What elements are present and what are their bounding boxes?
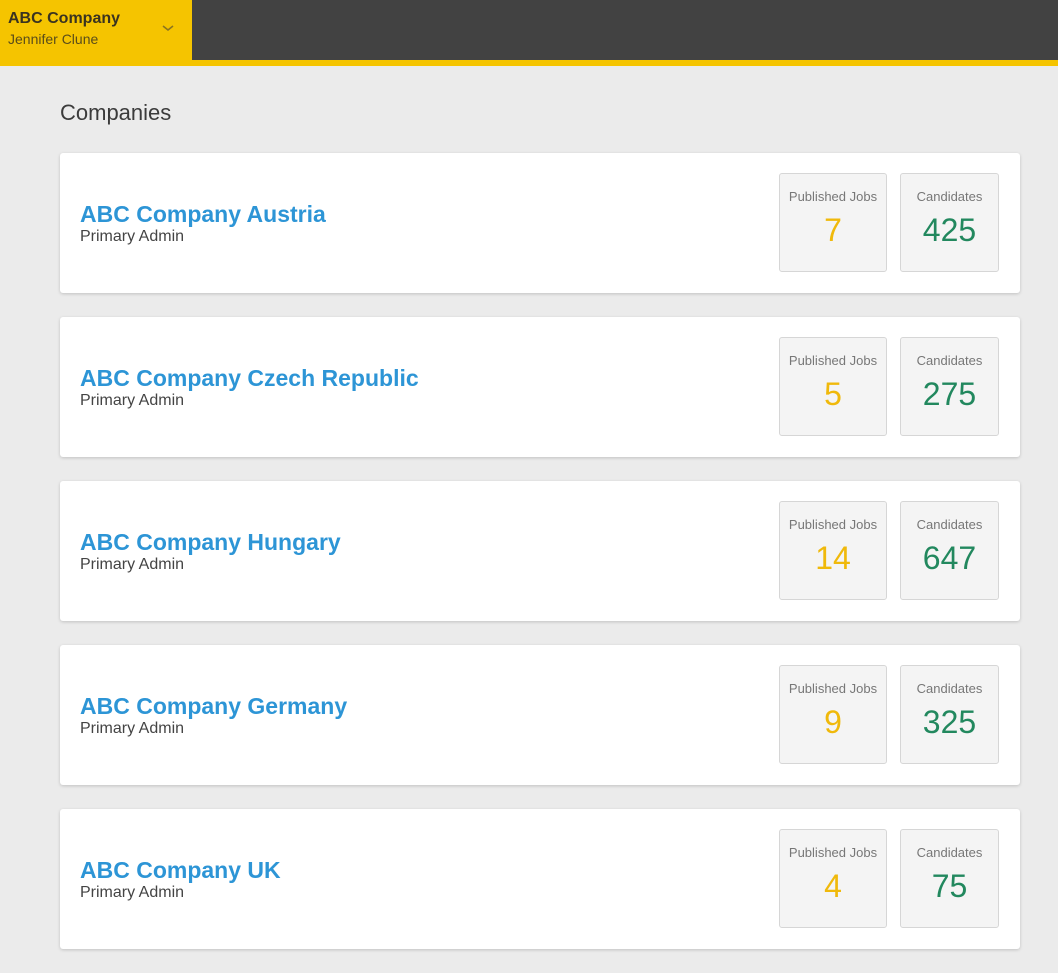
company-role: Primary Admin [80, 228, 185, 245]
candidates-stat[interactable]: Candidates 647 [900, 501, 999, 600]
candidates-stat[interactable]: Candidates 325 [900, 665, 999, 764]
page-title: Companies [60, 100, 172, 125]
candidates-stat[interactable]: Candidates 75 [900, 829, 999, 928]
stat-label: Candidates [916, 845, 983, 860]
top-bar: ABC Company Jennifer Clune [0, 0, 1058, 66]
stat-value: 9 [824, 704, 842, 740]
company-link[interactable]: ABC Company Germany [80, 693, 347, 720]
published-jobs-stat[interactable]: Published Jobs 4 [779, 829, 887, 928]
company-link[interactable]: ABC Company UK [80, 857, 281, 884]
stat-value: 5 [824, 376, 842, 412]
stat-label: Published Jobs [788, 353, 878, 368]
chevron-down-icon[interactable] [160, 20, 176, 36]
stat-value: 647 [922, 540, 977, 576]
company-switcher[interactable]: ABC Company Jennifer Clune [0, 0, 192, 66]
company-link[interactable]: ABC Company Austria [80, 201, 326, 228]
company-card: ABC Company Germany Primary Admin Publis… [60, 645, 1020, 785]
company-link[interactable]: ABC Company Czech Republic [80, 365, 419, 392]
stat-label: Candidates [916, 681, 983, 696]
published-jobs-stat[interactable]: Published Jobs 9 [779, 665, 887, 764]
stat-value: 4 [824, 868, 842, 904]
published-jobs-stat[interactable]: Published Jobs 14 [779, 501, 887, 600]
candidates-stat[interactable]: Candidates 425 [900, 173, 999, 272]
company-card: ABC Company UK Primary Admin Published J… [60, 809, 1020, 949]
stat-label: Published Jobs [788, 189, 878, 204]
top-bar-dark [192, 0, 1058, 60]
stat-value: 75 [931, 868, 968, 904]
stat-label: Candidates [916, 353, 983, 368]
stat-label: Published Jobs [788, 681, 878, 696]
company-list: ABC Company Austria Primary Admin Publis… [60, 153, 1020, 973]
stat-value: 325 [922, 704, 977, 740]
stat-value: 14 [815, 540, 851, 576]
candidates-stat[interactable]: Candidates 275 [900, 337, 999, 436]
company-card: ABC Company Austria Primary Admin Publis… [60, 153, 1020, 293]
company-role: Primary Admin [80, 556, 185, 573]
company-role: Primary Admin [80, 884, 185, 901]
user-name: Jennifer Clune [8, 31, 99, 47]
company-role: Primary Admin [80, 392, 185, 409]
company-name: ABC Company [8, 10, 121, 27]
company-card: ABC Company Hungary Primary Admin Publis… [60, 481, 1020, 621]
stat-label: Published Jobs [788, 517, 878, 532]
stat-label: Candidates [916, 517, 983, 532]
stat-label: Published Jobs [788, 845, 878, 860]
company-link[interactable]: ABC Company Hungary [80, 529, 341, 556]
stat-value: 7 [824, 212, 842, 248]
company-card: ABC Company Czech Republic Primary Admin… [60, 317, 1020, 457]
published-jobs-stat[interactable]: Published Jobs 5 [779, 337, 887, 436]
stat-value: 275 [922, 376, 977, 412]
stat-value: 425 [922, 212, 977, 248]
stat-label: Candidates [916, 189, 983, 204]
company-role: Primary Admin [80, 720, 185, 737]
published-jobs-stat[interactable]: Published Jobs 7 [779, 173, 887, 272]
